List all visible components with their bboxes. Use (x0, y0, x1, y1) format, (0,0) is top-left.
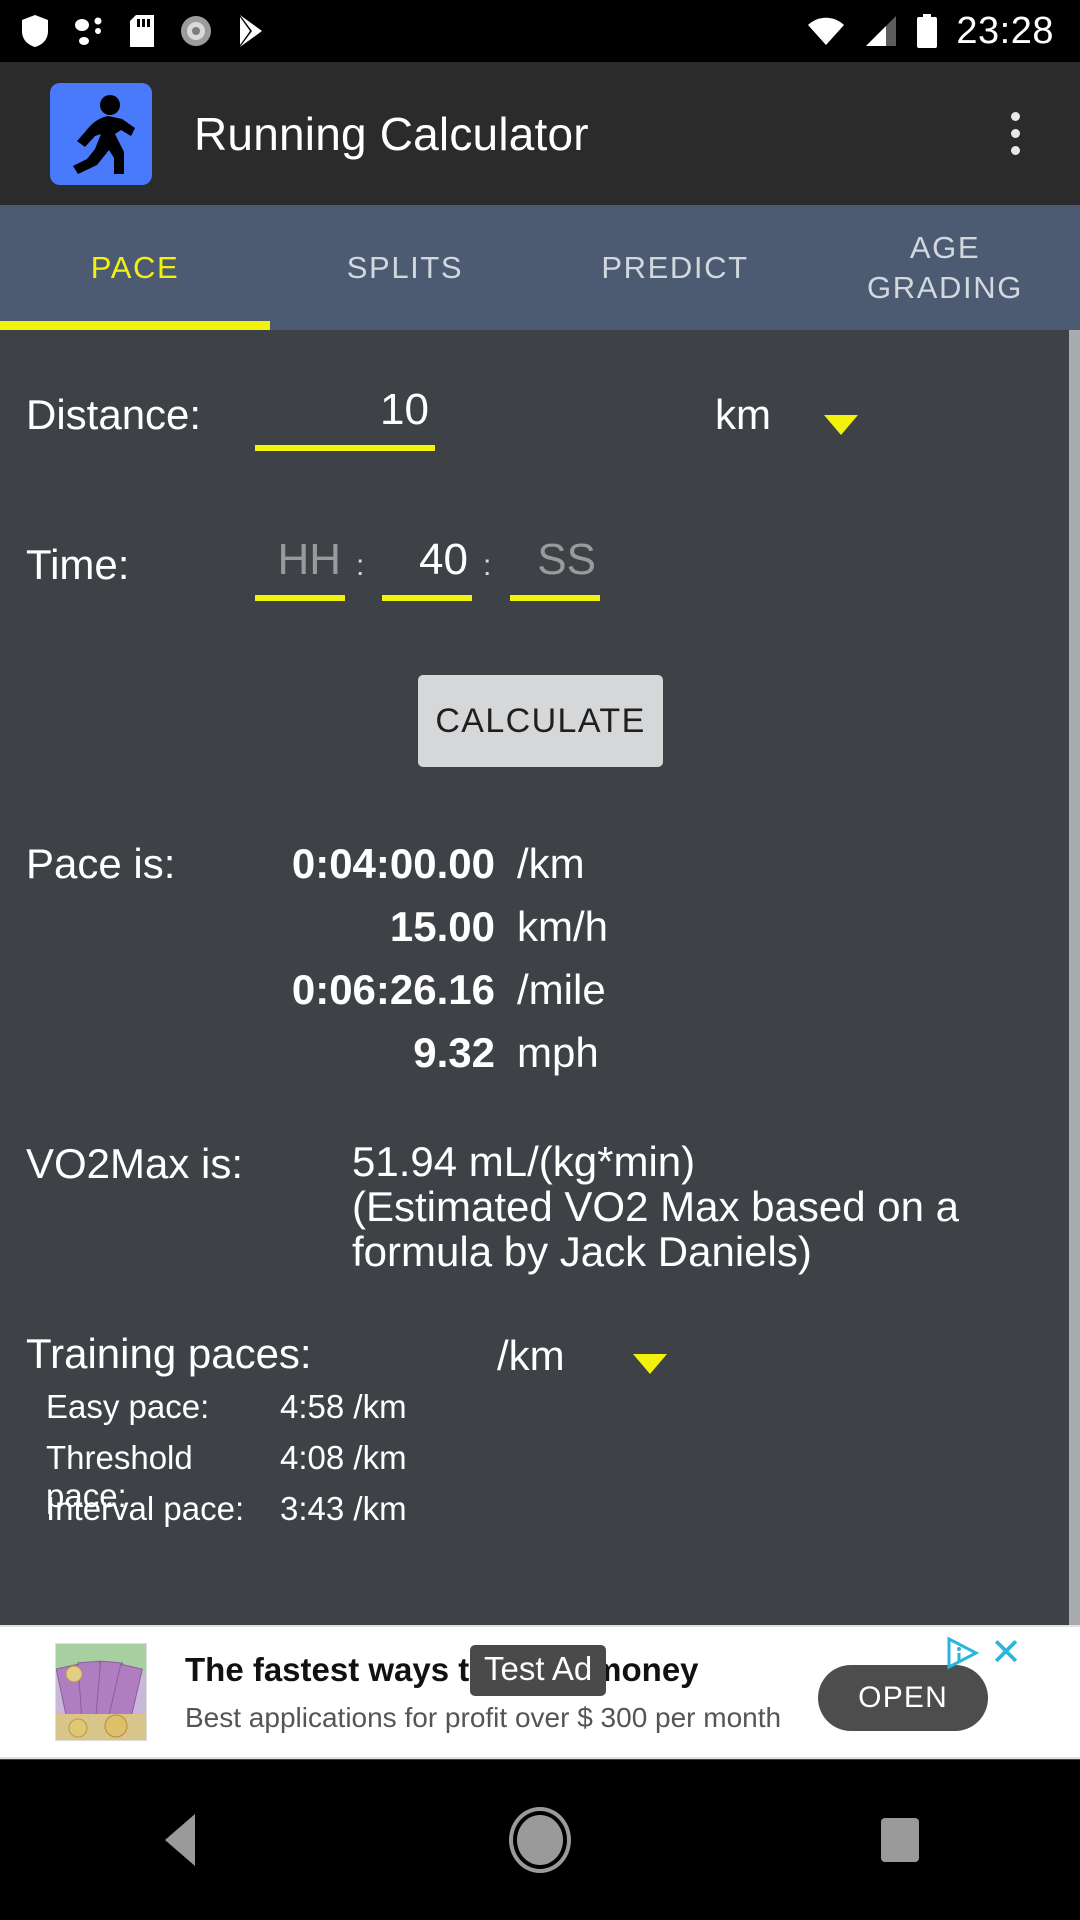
training-pace-value: 4:08 /km (280, 1439, 407, 1476)
distance-unit-value[interactable]: km (715, 391, 771, 439)
time-seconds-input[interactable]: SS (510, 535, 600, 601)
vo2max-text: 51.94 mL/(kg*min) (Estimated VO2 Max bas… (352, 1138, 1042, 1275)
pace-value: 0:06:26.16 (291, 966, 495, 1013)
pace-unit: mph (517, 1029, 599, 1076)
tab-pace[interactable]: PACE (0, 205, 270, 330)
time-label: Time: (26, 541, 130, 588)
tab-age-grading[interactable]: AGE GRADING (810, 205, 1080, 330)
distance-input[interactable]: 10 (255, 385, 435, 451)
pace-value: 9.32 (413, 1029, 495, 1076)
training-pace-name: Easy pace: (46, 1388, 210, 1425)
tab-age-grading-label: AGE GRADING (867, 229, 1023, 305)
distance-label: Distance: (26, 391, 202, 438)
ad-subtitle: Best applications for profit over $ 300 … (185, 1701, 782, 1733)
training-pace-row: Interval pace: 3:43 /km (0, 1490, 1080, 1541)
navigation-bar (0, 1760, 1080, 1920)
training-pace-value: 3:43 /km (280, 1490, 407, 1527)
chevron-down-icon[interactable] (633, 1354, 667, 1374)
app-bar: Running Calculator (0, 62, 1080, 205)
phone-screen: 23:28 Running Calculator PACE SPLITS PRE… (0, 0, 1080, 1920)
training-pace-name: Interval pace: (46, 1490, 245, 1527)
recents-square-icon[interactable] (825, 1765, 975, 1915)
pace-result-row: 9.32 mph (0, 1029, 1080, 1092)
vo2max-note: (Estimated VO2 Max based on a formula by… (352, 1182, 959, 1275)
sd-card-icon (130, 15, 154, 47)
cellular-signal-icon (866, 16, 897, 46)
ad-test-badge: Test Ad (470, 1645, 607, 1696)
shield-icon (22, 15, 48, 47)
vo2max-label: VO2Max is: (26, 1140, 244, 1187)
pace-unit: /km (517, 840, 585, 887)
pace-tab-content: Distance: 10 km Time: HH : 40 : SS CALCU… (0, 330, 1080, 1625)
training-pace-value: 4:58 /km (280, 1388, 407, 1425)
status-bar: 23:28 (0, 0, 1080, 62)
wifi-icon (808, 17, 845, 45)
battery-icon (917, 14, 938, 48)
training-paces-list: Easy pace: 4:58 /km Threshold pace: 4:08… (0, 1388, 1080, 1541)
pace-result-row: 15.00 km/h (0, 903, 1080, 966)
calculate-button[interactable]: CALCULATE (418, 675, 663, 767)
tab-splits[interactable]: SPLITS (270, 205, 540, 330)
tab-splits-label: SPLITS (346, 249, 464, 285)
pace-result-row: 0:04:00.00 /km (0, 840, 1080, 903)
tab-predict-label: PREDICT (601, 249, 749, 285)
pace-value: 15.00 (389, 903, 495, 950)
chevron-down-icon[interactable] (824, 415, 858, 435)
ad-controls[interactable]: ✕ (946, 1634, 1022, 1672)
home-circle-icon[interactable] (465, 1765, 615, 1915)
vo2max-value: 51.94 mL/(kg*min) (352, 1138, 696, 1185)
time-separator-1: : (356, 549, 365, 582)
ad-open-button[interactable]: OPEN (818, 1665, 988, 1731)
tab-bar: PACE SPLITS PREDICT AGE GRADING (0, 205, 1080, 330)
time-hours-input[interactable]: HH (255, 535, 345, 601)
pace-unit: km/h (517, 903, 609, 950)
page-title: Running Calculator (194, 107, 589, 160)
time-separator-2: : (483, 549, 492, 582)
distance-row: Distance: 10 km (0, 375, 1080, 485)
bluetooth-share-icon (75, 17, 102, 45)
settings-gear-icon (181, 16, 211, 46)
close-icon[interactable]: ✕ (990, 1634, 1022, 1672)
overflow-menu-icon[interactable] (999, 100, 1032, 167)
pace-unit: /mile (517, 966, 606, 1013)
running-person-icon (50, 82, 152, 185)
play-store-icon (240, 15, 262, 47)
training-pace-row: Threshold pace: 4:08 /km (0, 1439, 1080, 1514)
back-triangle-icon[interactable] (105, 1765, 255, 1915)
time-minutes-input[interactable]: 40 (382, 535, 472, 601)
time-row: Time: HH : 40 : SS (0, 525, 1080, 635)
status-bar-clock: 23:28 (956, 9, 1054, 52)
adchoices-icon[interactable] (946, 1636, 980, 1670)
vertical-scrollbar[interactable] (1069, 330, 1080, 1625)
training-paces-unit-value[interactable]: /km (497, 1332, 565, 1380)
training-paces-label: Training paces: (26, 1330, 312, 1377)
training-pace-row: Easy pace: 4:58 /km (0, 1388, 1080, 1439)
status-bar-right: 23:28 (806, 10, 1080, 53)
tab-predict[interactable]: PREDICT (540, 205, 810, 330)
status-bar-left-icons (0, 15, 264, 47)
pace-result-row: 0:06:26.16 /mile (0, 966, 1080, 1029)
pace-value: 0:04:00.00 (291, 840, 495, 887)
pace-results-list: 0:04:00.00 /km 15.00 km/h 0:06:26.16 /mi… (0, 840, 1080, 1092)
euro-banknotes-image (55, 1643, 147, 1741)
tab-pace-label: PACE (90, 249, 180, 285)
